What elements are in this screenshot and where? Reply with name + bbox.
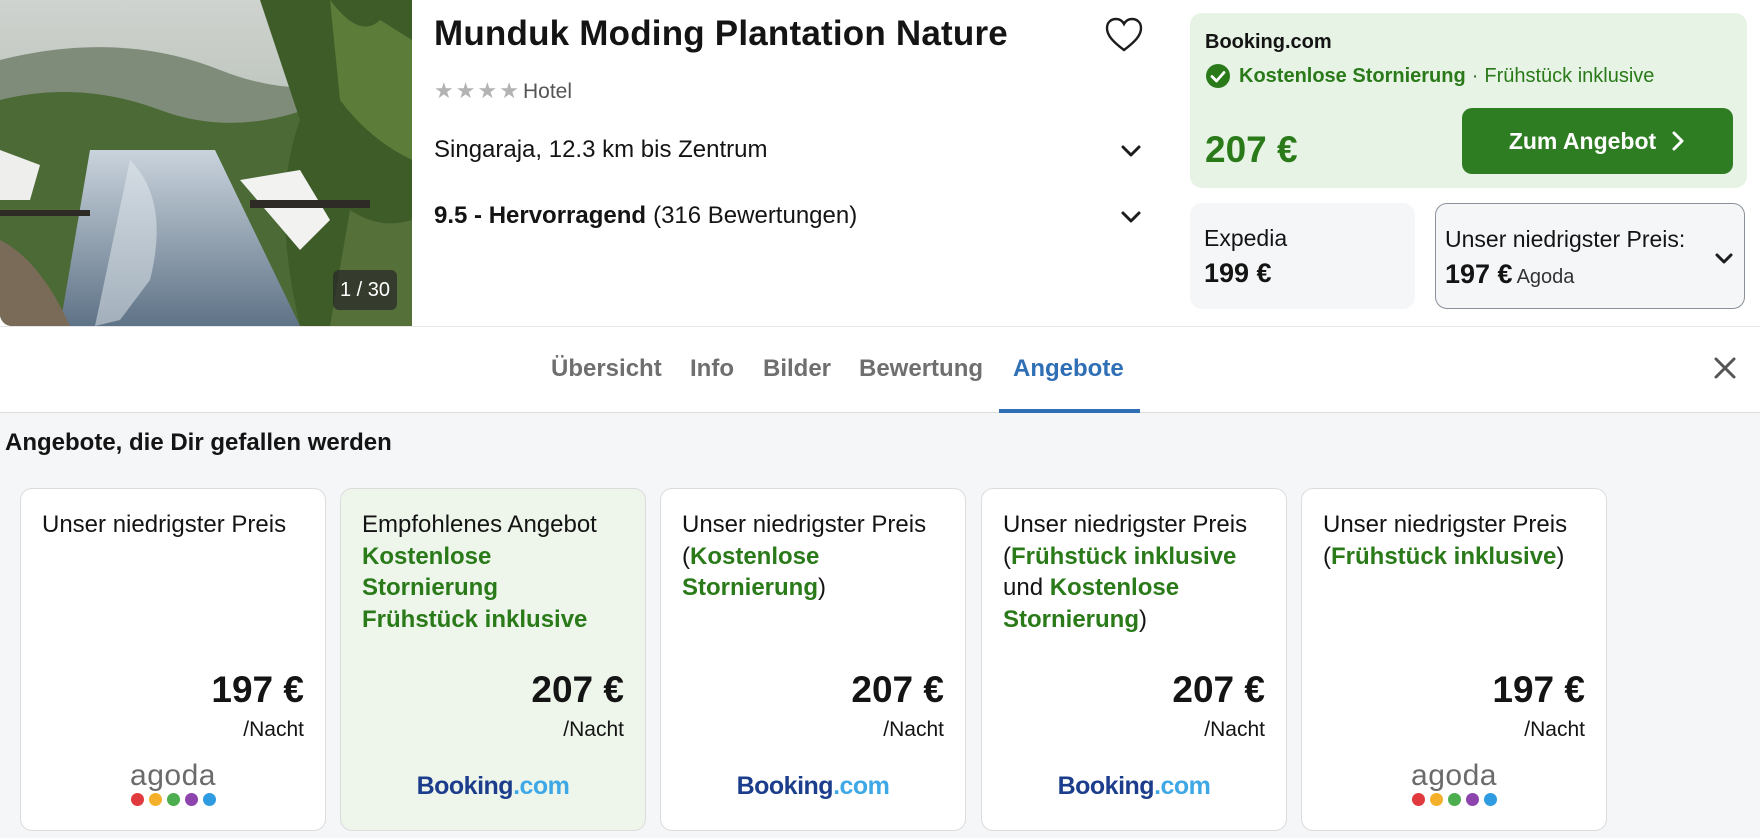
tab-offers[interactable]: Angebote bbox=[1013, 355, 1124, 383]
offer-price: 197 € bbox=[1492, 669, 1585, 710]
chevron-down-icon bbox=[1121, 211, 1141, 223]
agoda-dot bbox=[184, 793, 198, 806]
star-icon: ★ bbox=[434, 78, 454, 103]
star-icon: ★ bbox=[477, 78, 498, 103]
expedia-name: Expedia bbox=[1204, 225, 1288, 251]
main-deal[interactable]: Booking.com Kostenlose Stornierung · Frü… bbox=[1190, 13, 1747, 188]
agoda-dot bbox=[166, 793, 180, 806]
per-night-label: /Nacht bbox=[243, 718, 304, 741]
tab-reviews[interactable]: Bewertung bbox=[859, 355, 983, 383]
expedia-deal[interactable]: Expedia 199 € bbox=[1190, 203, 1415, 309]
offer-breakfast: Frühstück inklusive bbox=[1011, 542, 1237, 570]
deal-perks: Kostenlose Stornierung · Frühstück inklu… bbox=[1205, 63, 1654, 89]
agoda-dot bbox=[1447, 793, 1461, 806]
agoda-dot bbox=[1429, 793, 1443, 806]
deal-provider: Booking.com bbox=[1205, 31, 1332, 53]
offer-breakfast: Frühstück inklusive bbox=[362, 605, 588, 633]
lowest-price-dropdown[interactable]: Unser niedrigster Preis: 197 € Agoda bbox=[1435, 203, 1745, 309]
agoda-dot bbox=[1465, 793, 1479, 806]
per-night-label: /Nacht bbox=[883, 718, 944, 741]
chevron-down-icon bbox=[1715, 253, 1733, 264]
lowest-price-amount: 197 € bbox=[1445, 259, 1513, 289]
location-row[interactable]: Singaraja, 12.3 km bis Zentrum bbox=[434, 130, 1144, 170]
offer-breakfast: Frühstück inklusive bbox=[1331, 542, 1557, 570]
offer-card-lowest-breakfast[interactable]: Unser niedrigster Preis (Frühstück inklu… bbox=[1301, 488, 1607, 831]
lowest-price-label: Unser niedrigster Preis: bbox=[1445, 226, 1686, 252]
offer-card-lowest-breakfast-free-cancel[interactable]: Unser niedrigster Preis (Frühstück inklu… bbox=[981, 488, 1287, 831]
offer-description: Unser niedrigster Preis (Frühstück inklu… bbox=[1003, 511, 1248, 633]
agoda-dot bbox=[148, 793, 162, 806]
offer-button-label: Zum Angebot bbox=[1508, 127, 1657, 154]
star-icon: ★ bbox=[499, 78, 519, 103]
offer-description: Unser niedrigster Preis bbox=[42, 509, 312, 541]
expedia-price: 199 € bbox=[1204, 258, 1272, 288]
tab-info[interactable]: Info bbox=[690, 355, 734, 383]
hotel-photo[interactable]: 1 / 30 bbox=[0, 0, 412, 326]
hotel-name[interactable]: Munduk Moding Plantation Nature bbox=[434, 14, 1008, 54]
tab-bar: Übersicht Info Bilder Bewertung Angebote bbox=[0, 326, 1760, 413]
booking-logo: Booking.com bbox=[736, 772, 890, 800]
perk-separator: · bbox=[1471, 64, 1479, 87]
offers-title: Angebote, die Dir gefallen werden bbox=[5, 429, 392, 456]
agoda-dot bbox=[130, 793, 144, 806]
offer-label: Unser niedrigster Preis bbox=[1003, 511, 1248, 538]
agoda-dots bbox=[1302, 793, 1606, 806]
agoda-logo-text: agoda bbox=[130, 759, 216, 792]
hotel-info: Munduk Moding Plantation Nature ★ ★ ★ ★ Hot… bbox=[434, 0, 1144, 326]
per-night-label: /Nacht bbox=[1204, 718, 1265, 741]
breakfast-label: Frühstück inklusive bbox=[1484, 64, 1655, 87]
hotel-card: 1 / 30 Munduk Moding Plantation Nature ★… bbox=[0, 0, 1760, 326]
offer-label: Unser niedrigster Preis bbox=[682, 511, 927, 538]
offer-card-lowest-free-cancel[interactable]: Unser niedrigster Preis (Kostenlose Stor… bbox=[660, 488, 966, 831]
photo-counter: 1 / 30 bbox=[333, 270, 397, 310]
agoda-dot bbox=[1483, 793, 1497, 806]
offer-price: 207 € bbox=[851, 669, 944, 710]
chevron-down-icon bbox=[1121, 145, 1141, 157]
offer-card-recommended[interactable]: Empfohlenes Angebot Kostenlose Stornieru… bbox=[340, 488, 646, 831]
tab-pictures[interactable]: Bilder bbox=[763, 355, 831, 383]
free-cancel-label: Kostenlose Stornierung bbox=[1239, 64, 1466, 87]
booking-logo: Booking.com bbox=[1057, 772, 1211, 800]
agoda-logo: agoda bbox=[1302, 761, 1606, 806]
agoda-logo-text: agoda bbox=[1411, 759, 1497, 792]
booking-logo: Booking.com bbox=[416, 772, 570, 800]
heart-icon[interactable] bbox=[1104, 16, 1144, 54]
offer-description: Unser niedrigster Preis (Frühstück inklu… bbox=[1323, 511, 1568, 570]
rating-row[interactable]: 9.5 - Hervorragend (316 Bewertungen) bbox=[434, 196, 1144, 236]
rating-score: 9.5 - Hervorragend bbox=[434, 202, 647, 229]
offer-label: Unser niedrigster Preis bbox=[1323, 511, 1568, 538]
agoda-dots bbox=[21, 793, 325, 806]
deal-price: 207 € bbox=[1205, 129, 1298, 170]
offer-price: 207 € bbox=[531, 669, 624, 710]
check-circle-icon bbox=[1206, 64, 1230, 88]
star-icon: ★ bbox=[455, 78, 476, 103]
lowest-price-value: 197 € Agoda bbox=[1445, 259, 1574, 290]
agoda-dot bbox=[1411, 793, 1425, 806]
lowest-price-provider: Agoda bbox=[1516, 266, 1575, 288]
offer-button[interactable]: Zum Angebot bbox=[1462, 108, 1733, 174]
tab-overview[interactable]: Übersicht bbox=[551, 355, 662, 383]
rating-count: (316 Bewertungen) bbox=[653, 202, 858, 229]
offer-free-cancel: Kostenlose Stornierung bbox=[682, 542, 820, 602]
per-night-label: /Nacht bbox=[563, 718, 624, 741]
offer-label: Unser niedrigster Preis bbox=[42, 511, 287, 538]
offer-description: Unser niedrigster Preis (Kostenlose Stor… bbox=[682, 511, 927, 602]
offers-section: Angebote, die Dir gefallen werden Unser … bbox=[0, 413, 1760, 838]
chevron-right-icon bbox=[1672, 131, 1684, 151]
offer-label: Empfohlenes Angebot bbox=[362, 511, 597, 538]
agoda-dot bbox=[202, 793, 216, 806]
offer-card-lowest-price[interactable]: Unser niedrigster Preis 197 € /Nacht ago… bbox=[20, 488, 326, 831]
agoda-logo: agoda bbox=[21, 761, 325, 806]
offer-price: 207 € bbox=[1172, 669, 1265, 710]
offer-description: Empfohlenes Angebot Kostenlose Stornieru… bbox=[362, 509, 632, 635]
offer-free-cancel: Kostenlose Stornierung bbox=[362, 542, 498, 602]
per-night-label: /Nacht bbox=[1524, 718, 1585, 741]
offer-price: 197 € bbox=[211, 669, 304, 710]
close-icon[interactable] bbox=[1712, 355, 1738, 381]
star-rating: ★ ★ ★ ★ bbox=[434, 80, 519, 102]
location-text: Singaraja, 12.3 km bis Zentrum bbox=[434, 136, 768, 163]
hotel-type: Hotel bbox=[523, 80, 573, 103]
